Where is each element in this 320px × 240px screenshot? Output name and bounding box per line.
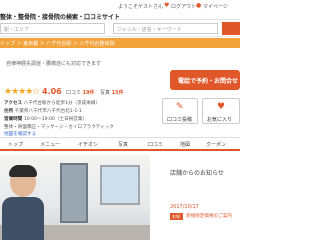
welcome-text: ようこそゲストさん: [118, 4, 164, 10]
tab-coupon[interactable]: クーポン: [206, 141, 226, 148]
door: [60, 163, 88, 223]
address-label: 住所: [4, 109, 14, 114]
tab-reviews[interactable]: 口コミ: [148, 141, 163, 148]
hours-row: 営業時間 10:00～19:00（土日祝営業）: [4, 116, 154, 122]
photo-count-label: 写真: [100, 90, 111, 96]
review-post-button[interactable]: ✎ 口コミ投稿: [162, 98, 198, 124]
window: [100, 165, 140, 205]
review-count-label: 口コミ: [66, 90, 82, 96]
notice-heading: 店舗からのお知らせ: [170, 170, 224, 177]
tab-map[interactable]: 地図: [180, 141, 190, 148]
address-row: 住所 千葉県八千代市八千代台北1-1-1: [4, 108, 154, 114]
search-bar: 駅・エリア ジャンル・店名・キーワード: [0, 20, 240, 37]
rating-score: 4.06: [42, 87, 62, 96]
header-bar: 整体・整骨院・接骨院の検索・口コミサイト ようこそゲストさん ♥ ログアウト ●…: [0, 0, 240, 21]
genre-row: 整体・骨盤矯正・マッサージ・カイロプラクティック: [4, 125, 114, 130]
mypage-link[interactable]: マイページ: [203, 3, 228, 10]
notice-date: 2017/10/17: [170, 204, 199, 210]
access-label: アクセス: [4, 101, 23, 106]
area-search-input[interactable]: 駅・エリア: [0, 23, 105, 34]
reserve-button[interactable]: 電話で予約・お問合せ: [170, 70, 240, 90]
heart-icon: ♥: [217, 102, 226, 112]
shop-catchphrase: 自律神経失調症・腰痛症にも対応できます: [6, 61, 102, 67]
hours-label: 営業時間: [4, 117, 23, 122]
breadcrumb-text[interactable]: トップ ＞ 東京都 ＞ 八千代台駅 ＞ 八千代台整体院: [0, 40, 115, 47]
access-row: アクセス 八千代台駅から徒歩1分（京成本線）: [4, 100, 154, 106]
rating-stars-icon: ★★★★☆: [4, 87, 40, 97]
keyword-search-input[interactable]: ジャンル・店名・キーワード: [113, 23, 218, 34]
access-value: 八千代台駅から徒歩1分（京成本線）: [23, 101, 101, 106]
breadcrumb: トップ ＞ 東京都 ＞ 八千代台駅 ＞ 八千代台整体院: [0, 38, 240, 48]
tab-menu[interactable]: メニュー: [40, 141, 60, 148]
review-count-value: 19件: [82, 90, 95, 96]
address-value: 千葉県八千代市八千代台北1-1-1: [14, 109, 82, 114]
notice-link[interactable]: 新規限定価格のご案内: [186, 213, 232, 219]
review-post-label: 口コミ投稿: [167, 117, 193, 123]
notice-badge: お知らせ: [170, 213, 183, 225]
tab-ichioshi[interactable]: イチオシ: [78, 141, 98, 148]
staff-person: [2, 165, 44, 240]
tab-top[interactable]: トップ: [8, 141, 23, 148]
heart-icon: ♥: [164, 2, 170, 9]
shop-tabs: トップ メニュー イチオシ 写真 口コミ 地図 クーポン: [0, 137, 240, 151]
tab-photos[interactable]: 写真: [118, 141, 128, 148]
favorite-label: お気に入り: [207, 117, 233, 123]
pencil-icon: ✎: [176, 102, 184, 112]
hours-value: 10:00～19:00（土日祝営業）: [23, 117, 88, 122]
search-button[interactable]: [222, 22, 240, 35]
review-count[interactable]: 口コミ 19件: [66, 89, 95, 96]
shop-photo[interactable]: [0, 155, 150, 240]
user-icon: ●: [196, 2, 202, 9]
photo-count[interactable]: 写真 15件: [100, 89, 124, 96]
photo-count-value: 15件: [111, 90, 124, 96]
logout-link[interactable]: ログアウト: [171, 3, 196, 10]
favorite-button[interactable]: ♥ お気に入り: [202, 98, 240, 124]
